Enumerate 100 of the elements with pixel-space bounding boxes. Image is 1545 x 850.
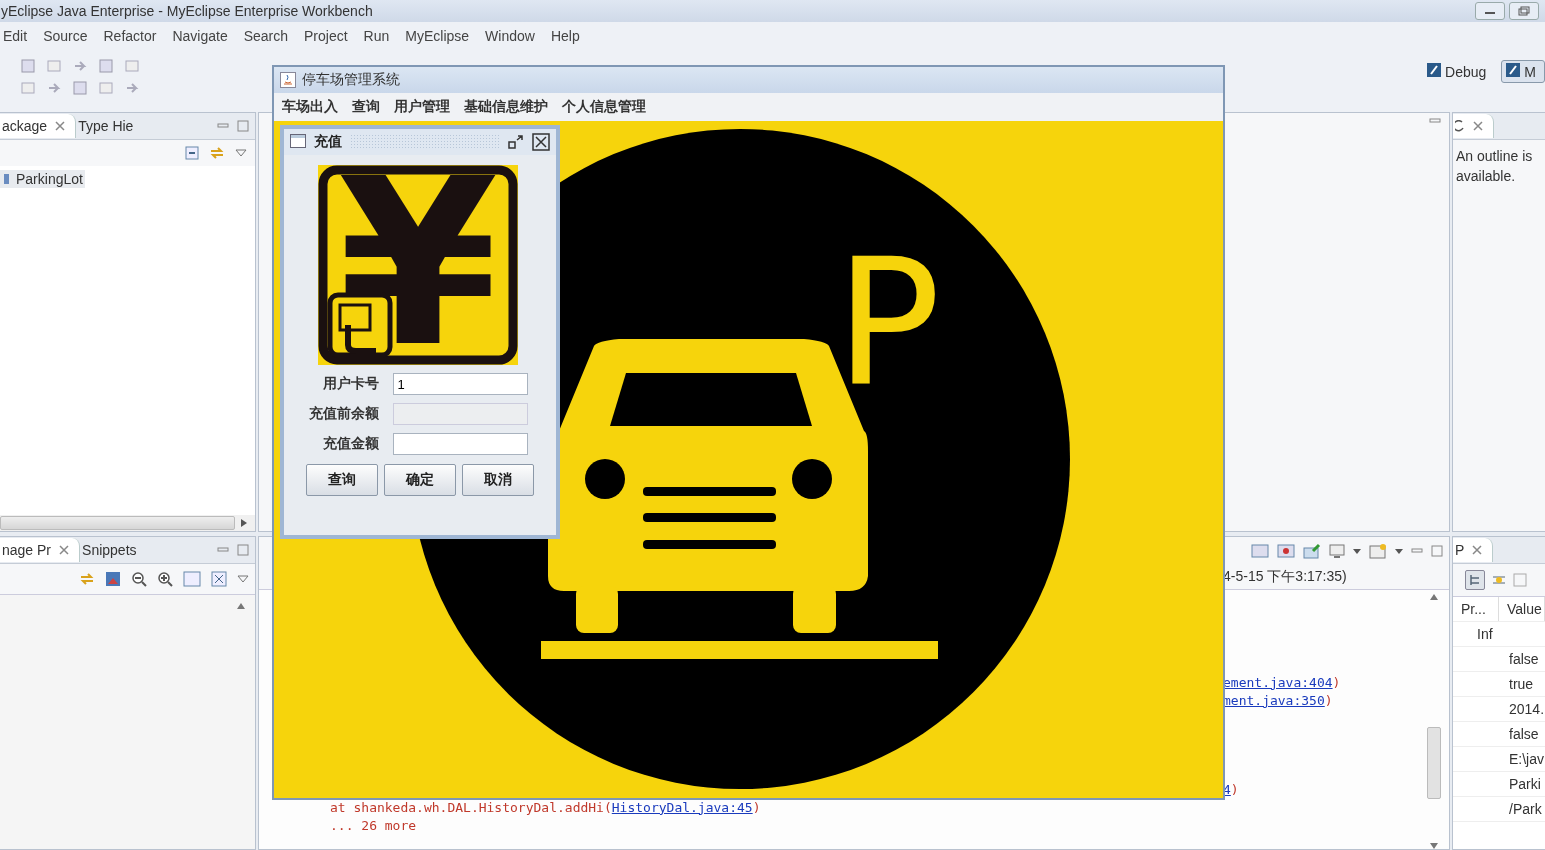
window-icon xyxy=(290,133,306,151)
restore-button[interactable] xyxy=(1509,2,1539,20)
outline-message: An outline is available. xyxy=(1455,147,1534,186)
minimize-button[interactable] xyxy=(1475,2,1505,20)
panel-tab[interactable]: P xyxy=(1453,538,1494,562)
maximize-icon[interactable] xyxy=(237,120,249,132)
dialog-button[interactable]: 查询 xyxy=(306,464,378,496)
fit-icon[interactable] xyxy=(211,571,227,587)
menu-item[interactable]: 基础信息维护 xyxy=(464,98,548,116)
window-title: yEclipse Java Enterprise - MyEclipse Enterprise Workbench xyxy=(1,3,373,19)
close-icon[interactable] xyxy=(532,133,550,151)
console-header: 4-5-15 下午3:17:35) xyxy=(1223,568,1347,586)
zoom-out-icon[interactable] xyxy=(131,571,147,587)
scroll-up-icon[interactable] xyxy=(237,603,245,611)
parking-letter: P xyxy=(835,221,941,424)
dialog-button[interactable]: 取消 xyxy=(462,464,534,496)
console-text: at shankeda.wh.DAL.HistoryDal.addHi( xyxy=(330,799,612,815)
tree-icon[interactable] xyxy=(1465,570,1485,590)
yen-glyph: ¥ xyxy=(338,165,498,365)
app-window-title: 停车场管理系统 xyxy=(302,71,400,89)
menu-item[interactable]: 查询 xyxy=(352,98,380,116)
zoom-in-icon[interactable] xyxy=(157,571,173,587)
dropdown-icon[interactable] xyxy=(1395,548,1403,554)
table-cell-text: true xyxy=(1508,675,1535,694)
java-icon xyxy=(280,72,296,88)
table-icon[interactable] xyxy=(1513,573,1527,587)
menu-item[interactable]: Run xyxy=(359,28,398,44)
panel-tab[interactable]: nage Pr xyxy=(0,538,81,562)
toolbar-icon[interactable] xyxy=(98,80,114,96)
console-text: ) xyxy=(752,799,761,815)
table-cell-text: false xyxy=(1508,650,1540,669)
project-icon xyxy=(2,172,12,186)
table-cell-text: E:\jav xyxy=(1508,750,1545,769)
toolbar-icon[interactable] xyxy=(46,58,62,74)
toolbar-icon[interactable] xyxy=(98,58,114,74)
console-link[interactable]: HistoryDal.java:45 xyxy=(611,799,753,815)
menu-item[interactable]: Window xyxy=(481,28,543,44)
menu-item[interactable]: Project xyxy=(300,28,356,44)
menu-item[interactable]: Help xyxy=(546,28,588,44)
scroll-up-icon[interactable] xyxy=(1430,594,1438,600)
table-cell-text: 2014. xyxy=(1508,700,1545,719)
input-field[interactable]: 1 xyxy=(392,373,528,395)
console-text: ) xyxy=(1324,692,1333,708)
maximize-icon[interactable] xyxy=(237,544,249,556)
console-text: ... 26 more xyxy=(330,817,417,833)
scrollbar[interactable] xyxy=(0,515,255,531)
dropdown-icon[interactable] xyxy=(1353,548,1361,554)
menu-item[interactable]: 车场出入 xyxy=(282,98,338,116)
view-menu-icon[interactable] xyxy=(237,575,249,583)
display-icon[interactable] xyxy=(1329,543,1345,559)
filter-icon[interactable] xyxy=(1491,573,1507,587)
menu-item[interactable]: 用户管理 xyxy=(394,98,450,116)
console-icon[interactable] xyxy=(1251,543,1269,559)
collapse-icon[interactable] xyxy=(185,146,199,160)
image-icon[interactable] xyxy=(105,571,121,587)
console-link[interactable]: ment.java:350 xyxy=(1223,692,1325,708)
scrollbar[interactable] xyxy=(1427,594,1441,849)
actual-size-icon[interactable] xyxy=(183,571,201,587)
field-label: 用户卡号 xyxy=(321,375,379,393)
console-text: ) xyxy=(1332,674,1341,690)
toolbar-icon[interactable] xyxy=(72,80,88,96)
link-icon[interactable] xyxy=(79,572,95,586)
maximize-icon[interactable] xyxy=(1431,545,1443,557)
menu-item[interactable]: Search xyxy=(239,28,297,44)
scroll-down-icon[interactable] xyxy=(1430,843,1438,849)
input-field[interactable] xyxy=(392,433,528,455)
scroll-right-icon[interactable] xyxy=(241,519,247,527)
panel-tab[interactable]: Type Hie xyxy=(76,114,144,138)
column-header[interactable]: Pr... xyxy=(1453,597,1499,621)
link-icon[interactable] xyxy=(209,146,225,160)
restore-icon[interactable] xyxy=(508,135,524,149)
outline-icon xyxy=(1455,120,1465,132)
outline-tab[interactable] xyxy=(1453,114,1494,138)
menu-item[interactable]: Navigate xyxy=(168,28,236,44)
toolbar-icon[interactable] xyxy=(20,80,36,96)
table-cell-text: /Park xyxy=(1508,800,1543,819)
toolbar-icon[interactable] xyxy=(124,58,140,74)
table-cell-text: Parki xyxy=(1508,775,1542,794)
console-link[interactable]: ement.java:404 xyxy=(1223,674,1333,690)
field-label: 充值金额 xyxy=(321,435,379,453)
menu-item[interactable]: Edit xyxy=(0,28,36,44)
new-console-icon[interactable] xyxy=(1369,543,1387,559)
menu-item[interactable]: Refactor xyxy=(99,28,165,44)
console-text: ) xyxy=(1230,781,1239,797)
panel-tab[interactable]: ackage xyxy=(0,114,77,138)
dialog-button[interactable]: 确定 xyxy=(384,464,456,496)
toolbar-icon[interactable] xyxy=(20,58,36,74)
table-cell-text: false xyxy=(1508,725,1540,744)
perspective-button[interactable]: M xyxy=(1501,60,1545,83)
view-menu-icon[interactable] xyxy=(235,149,247,157)
column-header[interactable]: Value xyxy=(1499,597,1545,621)
perspective-button[interactable]: Debug xyxy=(1422,60,1496,83)
tree-item[interactable]: ParkingLot xyxy=(0,170,85,188)
menu-item[interactable]: MyEclipse xyxy=(401,28,478,44)
menu-item[interactable]: 个人信息管理 xyxy=(562,98,646,116)
field-label: 充值前余额 xyxy=(307,405,379,423)
menu-item[interactable]: Source xyxy=(39,28,96,44)
panel-tab[interactable]: Snippets xyxy=(80,538,147,562)
console-icon[interactable] xyxy=(1277,543,1295,559)
perspective-icon xyxy=(1506,63,1521,80)
